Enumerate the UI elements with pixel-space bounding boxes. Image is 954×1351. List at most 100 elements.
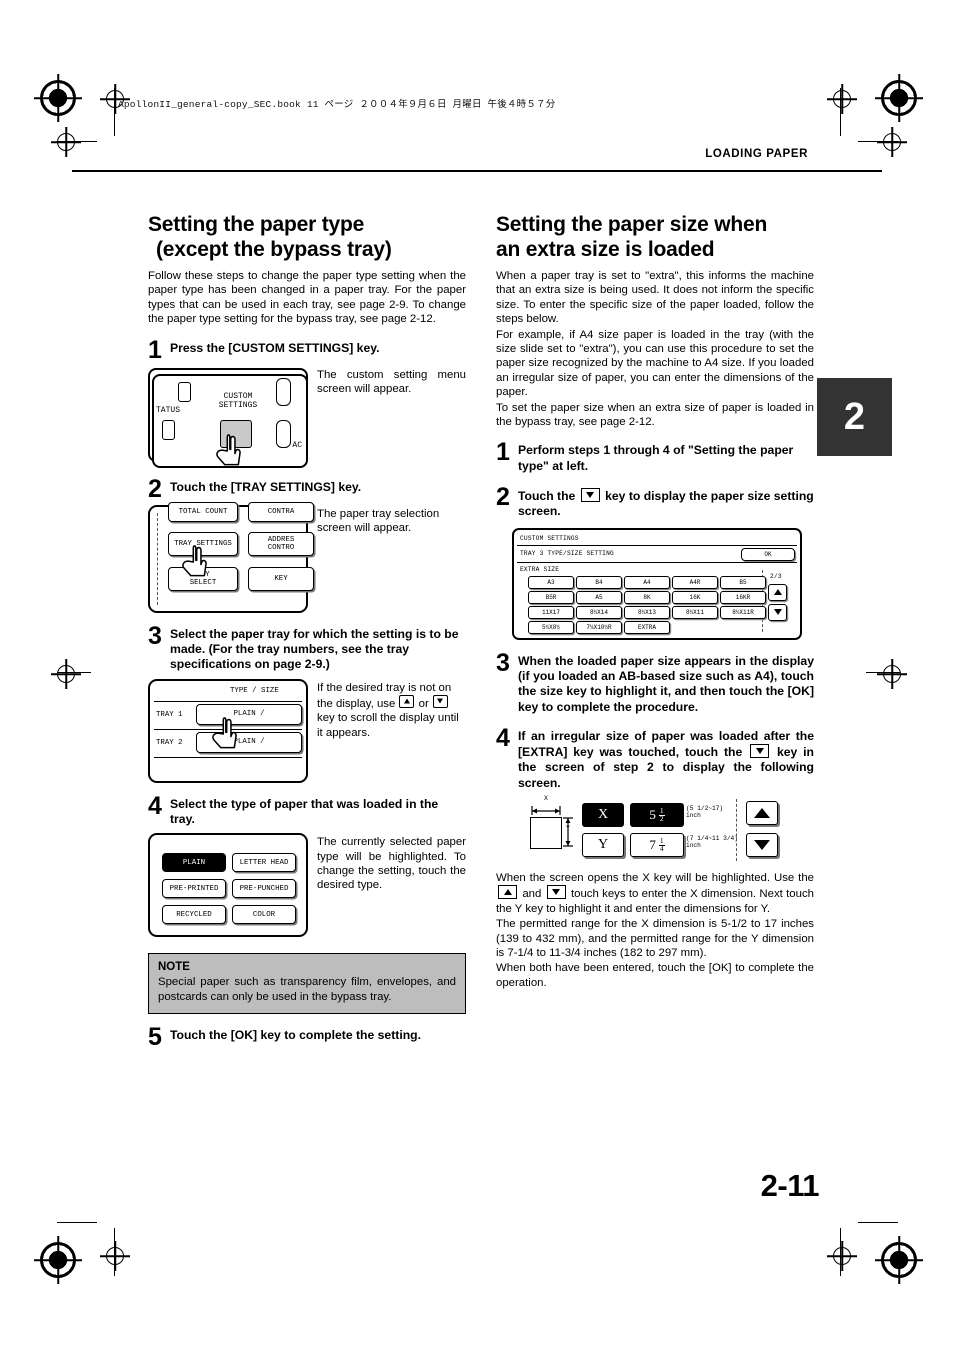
paper-type-screen: PLAIN LETTER HEAD PRE-PRINTED PRE-PUNCHE… [148,833,308,938]
tray-1-label: TRAY 1 [156,710,183,719]
size-key-a4r[interactable]: A4R [672,575,718,589]
size-screen-rule-1 [517,544,797,546]
size-key-b4[interactable]: B4 [576,575,622,589]
operation-panel-front: TATUS CUSTOM SETTINGS AC [152,373,308,468]
tray-screen-column-header: TYPE / SIZE [230,686,279,695]
size-key-b5r[interactable]: B5R [528,590,574,604]
menu-key-control[interactable]: CONTRA [248,501,314,522]
size-key-extra[interactable]: EXTRA [624,620,670,634]
left-step-1-text: Press the [CUSTOM SETTINGS] key. [170,340,380,355]
size-screen-section-label: EXTRA SIZE [520,565,560,573]
pointing-hand-icon [212,716,237,748]
y-dimension-key[interactable]: Y [582,833,624,858]
paper-type-key-pre-printed[interactable]: PRE-PRINTED [162,879,226,899]
paper-type-key-color[interactable]: COLOR [232,905,296,925]
pointing-hand-icon [182,544,207,576]
menu-key-address-control[interactable]: ADDRES CONTRO [248,531,314,556]
right-body-1-c: touch keys to enter the X dimension. Nex… [496,888,814,915]
size-key-a4[interactable]: A4 [624,575,670,589]
left-step-3-text: Select the paper tray for which the sett… [170,626,459,672]
left-step-5-text: Touch the [OK] key to complete the setti… [170,1028,421,1043]
menu-screen-left-dash [157,512,158,605]
size-key-16kr[interactable]: 16KR [720,590,766,604]
scroll-down-icon [580,488,600,503]
paper-sheet-diagram [530,817,562,850]
menu-key-address-line1: ADDRES [267,535,295,544]
panel-key-lower-left [162,419,175,440]
left-column: Setting the paper type (except the bypas… [148,212,466,1050]
size-key-8half-x14[interactable]: 8½X14 [576,605,622,619]
scroll-down-icon [432,694,448,708]
right-step-1: 1 Perform steps 1 through 4 of "Setting … [496,440,814,474]
left-step-3-figure-row: TYPE / SIZE TRAY 1 PLAIN / TRAY 2 PLAIN … [148,678,466,783]
tray-screen-rule-1 [154,700,302,703]
y-dimension-value[interactable]: 7 1 4 [630,833,684,858]
x-value-fraction: 1 2 [658,807,665,823]
right-step-3: 3 When the loaded paper size appears in … [496,648,814,715]
size-screen-scroll-down-button[interactable] [768,603,787,621]
size-screen-title: CUSTOM SETTINGS [520,534,579,542]
x-dimension-key[interactable]: X [582,803,624,828]
xy-figure-divider [736,799,737,862]
note-label: NOTE [158,961,190,974]
left-step-4-caption: The currently selected paper type will b… [317,836,466,892]
size-key-11x17[interactable]: 11X17 [528,605,574,619]
size-screen-subtitle: TRAY 3 TYPE/SIZE SETTING [520,549,614,557]
size-key-7quarter-x10half-r[interactable]: 7¼X10½R [576,620,622,634]
panel-key-lower-right [276,419,291,448]
custom-settings-label-line1: CUSTOM [223,391,253,401]
right-step-2-text-a: Touch the [518,489,576,504]
crop-mark-right [866,672,900,674]
size-key-a3[interactable]: A3 [528,575,574,589]
size-key-16k[interactable]: 16K [672,590,718,604]
right-step-3-number: 3 [496,648,510,677]
pointing-hand-icon [216,433,241,465]
paper-size-setting-screen: CUSTOM SETTINGS TRAY 3 TYPE/SIZE SETTING… [512,527,802,640]
left-step-3-number: 3 [148,621,162,650]
crosshair-left [57,665,75,683]
running-head: LOADING PAPER [705,148,808,160]
print-info-line: ApollonII_general-copy_SEC.book 11 ページ ２… [118,99,556,110]
arrow-up-icon [498,885,517,900]
left-step-2: 2 Touch the [TRAY SETTINGS] key. [148,476,466,501]
menu-key-key[interactable]: KEY [248,566,314,591]
right-body-1-b: and [522,888,542,901]
decrease-value-button[interactable] [746,833,778,858]
paper-type-key-recycled[interactable]: RECYCLED [162,905,226,925]
left-step-3-caption-a: If the desired tray is not on the displa… [317,681,452,710]
crop-mark-tl-v [114,88,116,136]
size-screen-ok-button[interactable]: OK [741,547,795,561]
size-key-8half-x13[interactable]: 8½X13 [624,605,670,619]
x-dimension-value[interactable]: 5 1 2 [630,803,684,828]
size-key-b5[interactable]: B5 [720,575,766,589]
menu-key-total-count[interactable]: TOTAL COUNT [168,501,238,522]
custom-settings-label: CUSTOM SETTINGS [204,392,272,411]
size-key-5half-x8half[interactable]: 5½X8½ [528,620,574,634]
left-step-4-text: Select the type of paper that was loaded… [170,796,439,826]
size-key-8k[interactable]: 8K [624,590,670,604]
xy-dimension-entry-figure: X Y X Y 5 1 2 7 1 4 (5 1/2~17) inch (7 1… [530,795,780,863]
size-key-a5[interactable]: A5 [576,590,622,604]
size-key-8half-x11[interactable]: 8½X11 [672,605,718,619]
registration-mark-bottom-left [40,1242,76,1278]
y-value-whole: 7 [649,837,656,853]
paper-type-key-pre-punched[interactable]: PRE-PUNCHED [232,879,296,899]
custom-settings-menu-screen: TOTAL COUNT CONTRA TRAY SETTINGS ADDRES … [148,501,314,613]
right-body-paragraph-2: The permitted range for the X dimension … [496,918,814,960]
left-title-line2: (except the bypass tray) [156,238,392,261]
document-page: ApollonII_general-copy_SEC.book 11 ページ ２… [0,0,954,1351]
size-key-8half-x11r[interactable]: 8½X11R [720,605,766,619]
x-dimension-arrow-icon [531,806,561,816]
y-value-denominator: 4 [659,843,664,853]
size-screen-scroll-up-button[interactable] [768,583,787,601]
increase-value-button[interactable] [746,801,778,826]
y-dimension-label: Y [566,825,570,833]
paper-type-key-plain[interactable]: PLAIN [162,853,226,873]
y-dimension-arrow-icon [563,817,573,847]
ac-label: AC [292,440,302,450]
x-value-denominator: 2 [659,813,664,823]
right-step-4-number: 4 [496,723,510,752]
paper-type-key-letter-head[interactable]: LETTER HEAD [232,853,296,873]
status-key-label: TATUS [156,405,181,415]
right-step-1-text: Perform steps 1 through 4 of "Setting th… [518,443,794,473]
